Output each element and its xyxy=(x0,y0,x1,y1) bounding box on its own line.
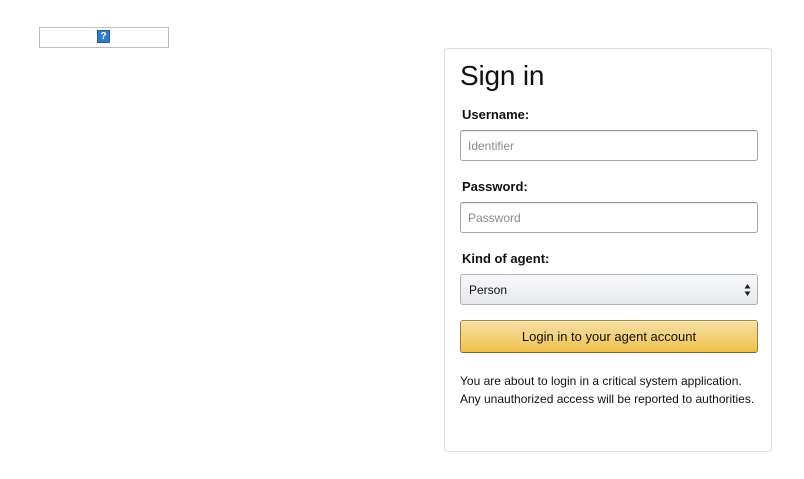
select-updown-arrows-icon xyxy=(744,284,751,296)
password-input[interactable] xyxy=(460,202,758,233)
login-submit-button[interactable]: Login in to your agent account xyxy=(460,320,758,353)
page-title: Sign in xyxy=(460,60,545,91)
security-notice: You are about to login in a critical sys… xyxy=(460,374,755,406)
agent-kind-select[interactable]: Person xyxy=(460,274,758,305)
password-label: Password: xyxy=(462,179,528,194)
signin-card: Sign in Username: Password: Kind of agen… xyxy=(444,48,772,452)
logo-image: ? xyxy=(39,27,169,48)
username-input[interactable] xyxy=(460,130,758,161)
agent-kind-label: Kind of agent: xyxy=(462,251,550,266)
agent-kind-selected-value: Person xyxy=(469,283,508,297)
username-label: Username: xyxy=(462,107,530,122)
broken-image-icon: ? xyxy=(97,30,110,43)
